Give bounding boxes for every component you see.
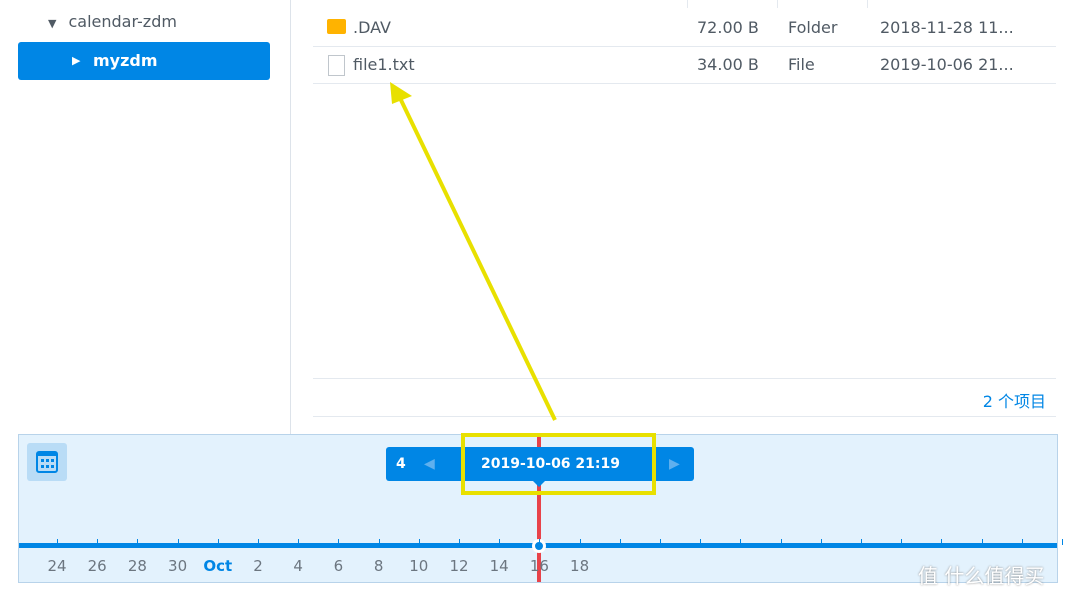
highlight-box	[461, 433, 656, 495]
watermark: 值 什么值得买	[918, 564, 1045, 588]
annotation-overlay	[390, 82, 656, 495]
